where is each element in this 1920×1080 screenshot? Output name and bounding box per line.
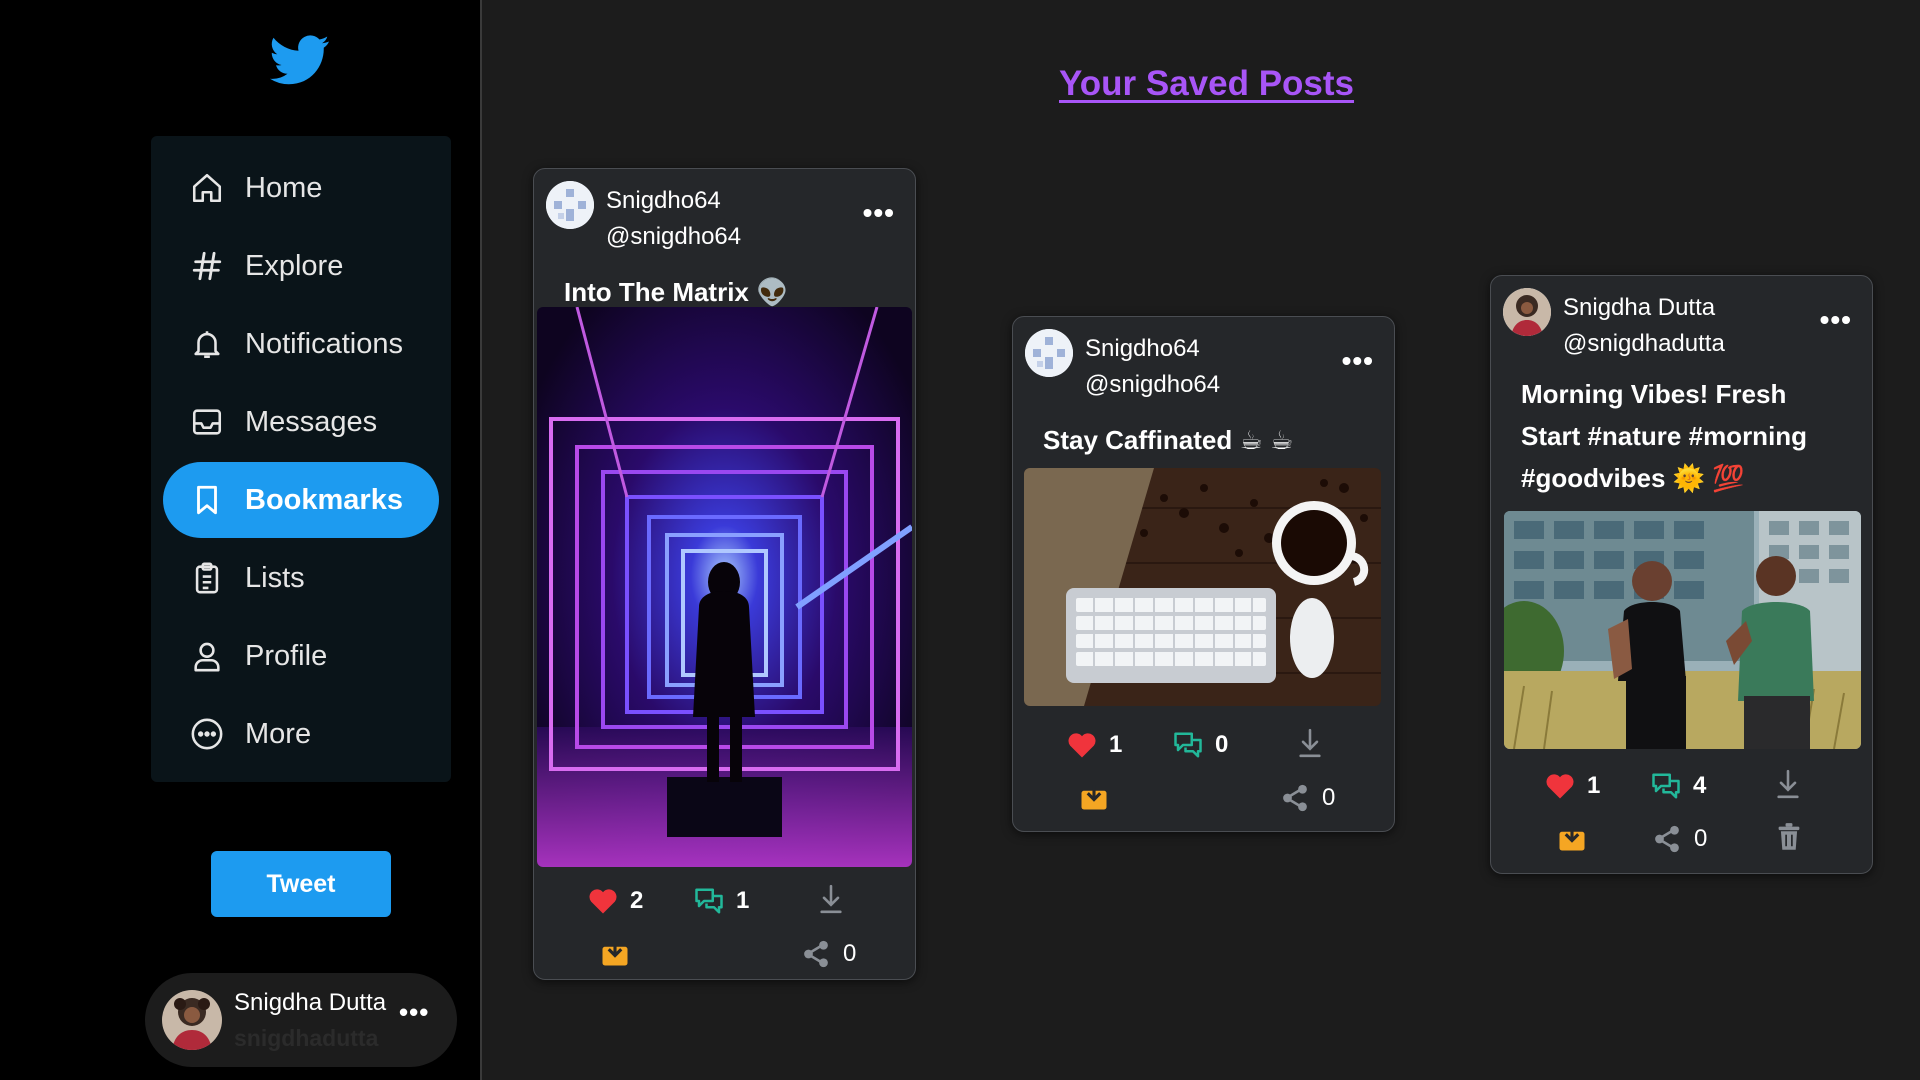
author-name[interactable]: Snigdho64	[1085, 335, 1200, 363]
post-menu-icon[interactable]: •••	[1342, 347, 1374, 375]
nav-label: Messages	[245, 405, 378, 438]
tweet-button[interactable]: Tweet	[211, 851, 391, 917]
share-count: 0	[843, 940, 857, 967]
nav-label: More	[245, 717, 312, 750]
nav-item-home[interactable]: Home	[163, 150, 439, 226]
nav-item-notifications[interactable]: Notifications	[163, 306, 439, 382]
nav-item-explore[interactable]: Explore	[163, 228, 439, 304]
comment-button[interactable]: 4	[1651, 772, 1706, 800]
like-count: 2	[630, 887, 644, 914]
share-icon	[1655, 825, 1679, 853]
trash-icon[interactable]	[1775, 822, 1803, 852]
main-nav: Home Explore Notifications Messages Book…	[151, 136, 451, 782]
post-image[interactable]	[1504, 511, 1861, 749]
nav-item-messages[interactable]: Messages	[163, 384, 439, 460]
nav-label: Explore	[245, 249, 344, 282]
post-image[interactable]	[537, 307, 912, 867]
download-icon[interactable]	[1774, 768, 1802, 800]
save-icon[interactable]	[1079, 783, 1109, 811]
more-options-icon[interactable]: •••	[399, 997, 429, 1028]
post-image[interactable]	[1024, 468, 1381, 706]
nav-label: Lists	[245, 561, 305, 594]
like-button[interactable]: 1	[1067, 731, 1122, 759]
more-circle-icon	[189, 716, 225, 752]
download-icon[interactable]	[817, 883, 845, 915]
like-count: 1	[1109, 731, 1123, 758]
post-menu-icon[interactable]: •••	[1820, 306, 1852, 334]
post-text: Morning Vibes! Fresh Start #nature #morn…	[1521, 379, 1808, 493]
heart-icon	[1068, 733, 1096, 758]
user-handle: snigdhadutta	[234, 1025, 379, 1051]
comment-icon	[1652, 773, 1680, 799]
share-count: 0	[1694, 825, 1708, 852]
heart-icon	[589, 889, 617, 914]
nav-label: Home	[245, 171, 323, 204]
home-icon	[189, 170, 225, 206]
nav-item-more[interactable]: More	[163, 696, 439, 772]
avatar	[546, 181, 594, 229]
author-name[interactable]: Snigdha Dutta	[1563, 294, 1715, 322]
user-name: Snigdha Dutta	[234, 989, 387, 1016]
nav-label: Notifications	[245, 327, 403, 360]
nav-item-profile[interactable]: Profile	[163, 618, 439, 694]
comment-button[interactable]: 0	[1173, 731, 1228, 759]
nav-label: Bookmarks	[245, 483, 403, 516]
avatar	[162, 990, 222, 1050]
avatar	[1503, 288, 1551, 336]
comment-button[interactable]: 1	[694, 887, 749, 915]
post-card: Snigdha Dutta @snigdhadutta ••• Morning …	[1490, 275, 1873, 874]
avatar	[1025, 329, 1073, 377]
nav-item-bookmarks[interactable]: Bookmarks	[163, 462, 439, 538]
comment-icon	[695, 888, 723, 914]
share-count: 0	[1322, 784, 1336, 811]
share-button[interactable]: 0	[1652, 824, 1707, 854]
like-button[interactable]: 1	[1545, 772, 1600, 800]
comment-count: 4	[1693, 772, 1707, 799]
post-menu-icon[interactable]: •••	[863, 199, 895, 227]
comment-count: 0	[1215, 731, 1229, 758]
author-name[interactable]: Snigdho64	[606, 187, 721, 215]
post-text: Stay Caffinated ☕ ☕	[1043, 425, 1294, 455]
bell-icon	[189, 326, 225, 362]
comment-count: 1	[736, 887, 750, 914]
user-icon	[189, 638, 225, 674]
save-icon[interactable]	[600, 939, 630, 967]
sidebar: Home Explore Notifications Messages Book…	[0, 0, 482, 1080]
author-handle: @snigdhadutta	[1563, 330, 1725, 357]
like-button[interactable]: 2	[588, 887, 643, 915]
clipboard-list-icon	[189, 560, 225, 596]
heart-icon	[1546, 774, 1574, 799]
twitter-bird-icon[interactable]	[266, 30, 334, 90]
nav-label: Profile	[245, 639, 328, 672]
hashtag-icon	[189, 248, 225, 284]
post-card: Snigdho64 @snigdho64 ••• Stay Caffinated…	[1012, 316, 1395, 832]
inbox-icon	[189, 404, 225, 440]
bookmark-icon	[189, 482, 225, 518]
share-icon	[1283, 784, 1307, 812]
nav-item-lists[interactable]: Lists	[163, 540, 439, 616]
comment-icon	[1174, 732, 1202, 758]
share-button[interactable]: 0	[801, 939, 856, 969]
page-title[interactable]: Your Saved Posts	[1059, 64, 1354, 104]
share-button[interactable]: 0	[1280, 783, 1335, 813]
share-icon	[804, 940, 828, 968]
author-handle: @snigdho64	[606, 223, 742, 250]
author-handle: @snigdho64	[1085, 371, 1221, 398]
post-card: Snigdho64 @snigdho64 ••• Into The Matrix…	[533, 168, 916, 980]
save-icon[interactable]	[1557, 824, 1587, 852]
account-switcher[interactable]: Snigdha Dutta snigdhadutta •••	[145, 973, 457, 1067]
like-count: 1	[1587, 772, 1601, 799]
download-icon[interactable]	[1296, 727, 1324, 759]
